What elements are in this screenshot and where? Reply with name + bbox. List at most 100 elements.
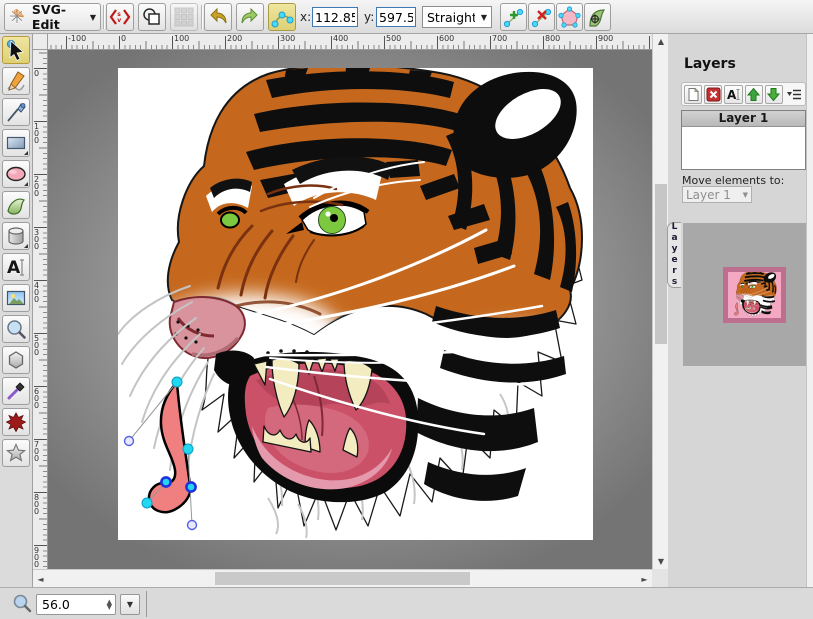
scroll-up-button[interactable]: ▲: [653, 34, 669, 49]
tool-rectangle[interactable]: [2, 129, 30, 157]
path-node[interactable]: [183, 444, 193, 454]
x-coordinate-input[interactable]: [312, 7, 358, 27]
maltese-star-icon: [5, 411, 27, 433]
delete-layer-button[interactable]: [704, 85, 722, 104]
tool-shape-library[interactable]: [2, 222, 30, 250]
zoom-value-input[interactable]: [37, 597, 89, 612]
convert-to-path-button[interactable]: [584, 3, 611, 31]
tool-line[interactable]: [2, 98, 30, 126]
zoom-tool-icon: [5, 318, 27, 340]
ruler-label: 800: [545, 34, 560, 43]
tool-polygon[interactable]: [2, 346, 30, 374]
svg-text:A: A: [7, 258, 21, 278]
path-node[interactable]: [186, 482, 195, 491]
menu-caret-icon: ▼: [90, 13, 96, 22]
tool-star[interactable]: [2, 439, 30, 467]
ruler-label: 200: [227, 34, 242, 43]
star-icon: [5, 442, 27, 464]
dropdown-caret-icon: ▼: [127, 600, 133, 609]
delete-layer-icon: [706, 87, 721, 102]
status-bar: ▲ ▼ ▼: [0, 587, 813, 619]
zoom-spinner[interactable]: ▲ ▼: [107, 600, 112, 610]
path-tool-icon: [5, 194, 27, 216]
path-control-point[interactable]: [188, 521, 197, 530]
scroll-right-button[interactable]: ►: [637, 570, 652, 588]
path-node[interactable]: [142, 498, 152, 508]
source-code-icon: s v: [109, 6, 131, 28]
scroll-left-button[interactable]: ◄: [33, 570, 48, 588]
layer-row[interactable]: Layer 1: [682, 111, 805, 127]
ruler-label: 0: [34, 70, 39, 77]
horizontal-scroll-thumb[interactable]: [215, 572, 470, 585]
tool-text[interactable]: A: [2, 253, 30, 281]
segment-type-select[interactable]: Straight: [423, 7, 491, 27]
ruler-label: 8 0 0: [34, 494, 39, 515]
tool-pencil[interactable]: [2, 67, 30, 95]
move-elements-select[interactable]: Layer 1: [683, 188, 751, 202]
tiger-drawing[interactable]: [118, 68, 593, 540]
tool-star-complex[interactable]: [2, 408, 30, 436]
overlapping-shapes-icon: [141, 6, 163, 28]
line-tool-icon: [5, 101, 27, 123]
logo-pencil-icon: ✎: [12, 6, 26, 23]
move-elements-selectwrap: Layer 1 ▼: [682, 186, 752, 203]
node-edit-mode-button[interactable]: [268, 3, 296, 31]
horizontal-ruler: -10001002003004005006007008009001000: [48, 34, 652, 50]
close-path-icon: [558, 6, 581, 29]
thumbnail-tiger: [728, 272, 781, 318]
document-shapes-button[interactable]: [138, 3, 166, 31]
tool-path[interactable]: [2, 191, 30, 219]
window-scrollbar-strip[interactable]: [806, 34, 813, 619]
spin-down-icon[interactable]: ▼: [107, 605, 112, 610]
ruler-label: 4 0 0: [34, 282, 39, 303]
ruler-label: 6 0 0: [34, 388, 39, 409]
tool-eyedropper[interactable]: [2, 377, 30, 405]
zoom-preset-dropdown[interactable]: ▼: [120, 594, 140, 615]
ruler-label: 9 0 0: [34, 547, 39, 568]
edit-source-button[interactable]: s v: [106, 3, 134, 31]
rename-layer-button[interactable]: A: [724, 85, 742, 104]
tool-ellipse[interactable]: [2, 160, 30, 188]
grid-button[interactable]: [170, 3, 198, 31]
layers-panel-toggle-tab[interactable]: Layers: [667, 222, 681, 288]
tool-image[interactable]: [2, 284, 30, 312]
add-node-button[interactable]: [500, 3, 527, 31]
layers-panel-title: Layers: [684, 56, 736, 72]
tool-select[interactable]: [2, 36, 30, 64]
delete-node-button[interactable]: [528, 3, 555, 31]
y-coordinate-input[interactable]: [376, 7, 416, 27]
layers-tab-label: Layers: [670, 222, 680, 288]
svg-canvas[interactable]: [118, 68, 593, 540]
new-layer-button[interactable]: [684, 85, 702, 104]
close-path-button[interactable]: [556, 3, 583, 31]
path-control-point[interactable]: [125, 437, 134, 446]
new-layer-icon: [686, 87, 701, 102]
rectangle-tool-icon: [5, 132, 27, 154]
x-coordinate-label: x:: [300, 10, 311, 24]
ruler-label: 7 0 0: [34, 441, 39, 462]
ruler-label: 700: [492, 34, 507, 43]
workarea[interactable]: [48, 50, 652, 569]
vertical-scroll-thumb[interactable]: [655, 184, 667, 344]
toolbar-separator: [201, 5, 202, 29]
layer-more-options-button[interactable]: [785, 85, 803, 104]
zoom-level-icon: [12, 593, 32, 613]
horizontal-scrollbar[interactable]: ◄ ►: [33, 569, 652, 587]
redo-button[interactable]: [236, 3, 264, 31]
cylinder-icon: [5, 225, 27, 247]
path-node[interactable]: [161, 477, 170, 486]
move-layer-down-button[interactable]: [765, 85, 783, 104]
vertical-scrollbar[interactable]: ▲ ▼: [652, 34, 668, 569]
undo-button[interactable]: [204, 3, 232, 31]
tool-zoom[interactable]: [2, 315, 30, 343]
move-layer-up-button[interactable]: [745, 85, 763, 104]
scroll-down-button[interactable]: ▼: [653, 554, 669, 569]
segment-type-selectwrap: Straight ▼: [422, 6, 492, 28]
path-node[interactable]: [172, 377, 182, 387]
ruler-label: 1 0 0: [34, 123, 39, 144]
main-menu-button[interactable]: ✳ ✎ SVG-Edit ▼: [4, 3, 101, 31]
svg-edit-window: ✳ ✎ SVG-Edit ▼ s v: [0, 0, 813, 619]
ruler-label: -100: [68, 34, 86, 43]
hexagon-icon: [5, 349, 27, 371]
ruler-label: 0: [121, 34, 126, 43]
